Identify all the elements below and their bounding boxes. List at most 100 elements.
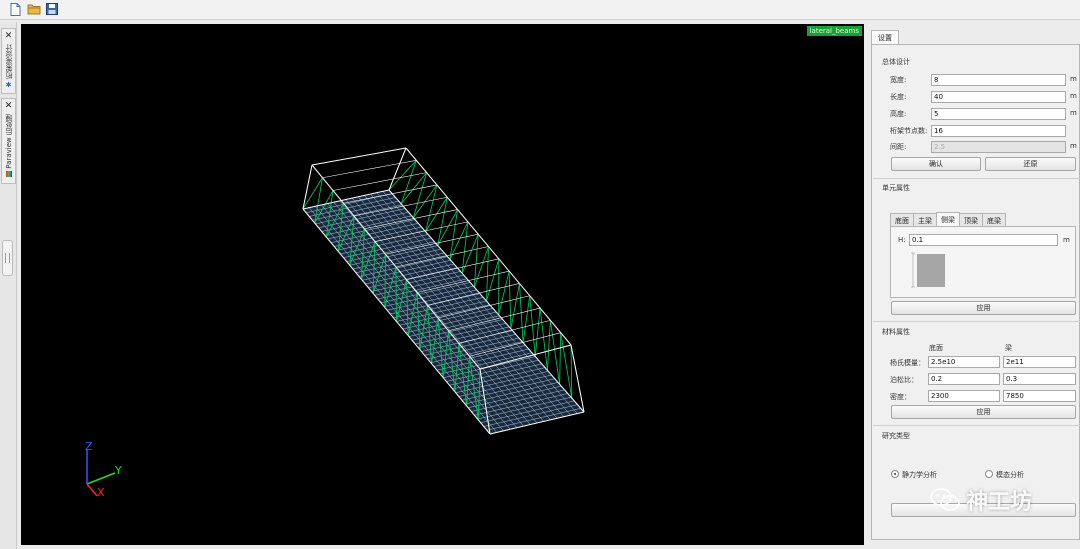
element-apply-button[interactable]: 应用	[891, 301, 1076, 315]
vertical-member	[412, 172, 428, 218]
height-label: 高度:	[890, 110, 907, 118]
axes-triad: Z Y X	[85, 440, 122, 499]
deck-grid-line	[345, 199, 538, 424]
element-tab-content: H: 0.1 m	[890, 226, 1076, 298]
spacing-unit: m	[1070, 142, 1077, 150]
top-chord	[311, 147, 407, 166]
tab-bottom-face[interactable]: 底面	[890, 213, 914, 227]
width-unit: m	[1070, 75, 1077, 83]
study-section-title: 研究类型	[882, 432, 910, 440]
spacing-input: 2.5	[931, 141, 1066, 153]
settings-body: 总体设计 宽度: 8 m 长度: 40 m 高度: 5 m 桁架节点数: 16 …	[871, 44, 1080, 540]
length-label: 长度:	[890, 93, 907, 101]
watermark-text: 神工坊	[966, 490, 1033, 515]
close-icon[interactable]: ✕	[5, 31, 13, 41]
h-label: H:	[898, 236, 906, 244]
h-unit: m	[1063, 236, 1070, 244]
truss-icon: ✱	[5, 81, 12, 89]
vertical-member	[539, 308, 548, 371]
modal-analysis-label: 模态分析	[996, 471, 1024, 479]
divider	[873, 425, 1080, 426]
tab-main-beam[interactable]: 主梁	[913, 213, 937, 227]
axis-y-label: Y	[114, 464, 122, 477]
object-label: lateral_beams	[806, 26, 862, 36]
divider	[873, 178, 1080, 179]
truss-nodes-input[interactable]: 16	[931, 125, 1066, 137]
open-folder-icon[interactable]	[26, 2, 41, 16]
save-icon[interactable]	[44, 2, 59, 16]
axis-z-label: Z	[85, 440, 93, 453]
width-input[interactable]: 8	[931, 74, 1066, 86]
confirm-button[interactable]: 确认	[891, 157, 981, 171]
divider	[873, 321, 1080, 322]
youngs-modulus-bottom-input[interactable]: 2.5e10	[928, 356, 1000, 368]
h-input[interactable]: 0.1	[909, 234, 1058, 246]
vertical-member	[425, 184, 438, 232]
3d-viewport[interactable]: lateral_beams Z Y X	[21, 24, 864, 545]
static-analysis-radio[interactable]	[891, 470, 899, 478]
tab-bottom-beam[interactable]: 底梁	[982, 213, 1006, 227]
new-file-icon[interactable]	[8, 2, 23, 16]
deck-surface	[303, 190, 584, 434]
width-label: 宽度:	[890, 76, 907, 84]
youngs-modulus-beam-input[interactable]: 2e11	[1003, 356, 1076, 368]
end-post	[388, 147, 407, 191]
restore-button[interactable]: 还原	[985, 157, 1076, 171]
settings-panel: 设置 总体设计 宽度: 8 m 长度: 40 m 高度: 5 m 桁架节点数: …	[871, 30, 1080, 540]
tab-top-beam[interactable]: 顶梁	[959, 213, 983, 227]
element-tabs: 底面 主梁 侧梁 顶梁 底梁	[890, 212, 1006, 227]
tab-side-beam[interactable]: 侧梁	[936, 212, 960, 227]
diagonal-member	[570, 344, 573, 399]
diagonal-member	[522, 295, 531, 343]
paraview-icon	[5, 170, 12, 177]
wechat-icon	[930, 488, 960, 511]
tab-settings[interactable]: 设置	[871, 30, 899, 45]
density-label: 密度：	[890, 393, 911, 401]
vertical-member	[508, 271, 512, 329]
diagonal-member	[486, 258, 500, 302]
poisson-ratio-bottom-input[interactable]: 0.2	[928, 373, 1000, 385]
static-analysis-label: 静力学分析	[902, 471, 937, 479]
youngs-modulus-label: 杨氏模量：	[890, 359, 925, 367]
material-section-title: 材料属性	[882, 328, 910, 336]
truss-model	[302, 147, 585, 435]
main-toolbar	[0, 0, 1080, 20]
axis-x-label: X	[97, 486, 105, 499]
poisson-ratio-beam-input[interactable]: 0.3	[1003, 373, 1076, 385]
diagonal-member	[498, 271, 510, 315]
section-diagram-icon	[911, 252, 945, 288]
diagonal-member	[400, 172, 427, 205]
length-unit: m	[1070, 92, 1077, 100]
tab-paraview-label: Paraview 后处理	[4, 114, 13, 169]
element-section-title: 单元属性	[882, 184, 910, 192]
close-icon[interactable]: ✕	[5, 101, 13, 111]
spacing-label: 间距:	[890, 143, 907, 151]
vertical-member	[395, 266, 397, 322]
material-apply-button[interactable]: 应用	[891, 405, 1076, 419]
tab-truss-design-label: 桁架梁设计	[4, 44, 13, 79]
general-section-title: 总体设计	[882, 58, 910, 66]
vertical-member	[486, 246, 489, 302]
poisson-ratio-label: 泊松比：	[890, 376, 918, 384]
truss-nodes-label: 桁架节点数:	[890, 127, 928, 135]
density-bottom-input[interactable]: 2300	[928, 390, 1000, 402]
top-cross-beam	[332, 172, 427, 191]
deck-grid-line	[339, 200, 531, 425]
dock-resize-handle[interactable]	[2, 240, 13, 276]
watermark: 神工坊	[930, 484, 1032, 516]
length-input[interactable]: 40	[931, 91, 1066, 103]
tab-truss-design[interactable]: ✕ 桁架梁设计 ✱	[1, 28, 16, 94]
material-col-bottom: 底面	[929, 344, 943, 352]
height-input[interactable]: 5	[931, 108, 1066, 120]
height-unit: m	[1070, 109, 1077, 117]
density-beam-input[interactable]: 7850	[1003, 390, 1076, 402]
left-dock: ✕ 桁架梁设计 ✱ ✕ Paraview 后处理	[0, 22, 17, 549]
diagonal-member	[534, 308, 541, 357]
diagonal-member	[547, 320, 551, 371]
tab-paraview[interactable]: ✕ Paraview 后处理	[1, 98, 16, 184]
vertical-member	[529, 295, 536, 357]
diagonal-member	[413, 184, 438, 218]
diagonal-member	[510, 283, 520, 329]
material-col-beam: 梁	[1005, 344, 1012, 352]
modal-analysis-radio[interactable]	[985, 470, 993, 478]
